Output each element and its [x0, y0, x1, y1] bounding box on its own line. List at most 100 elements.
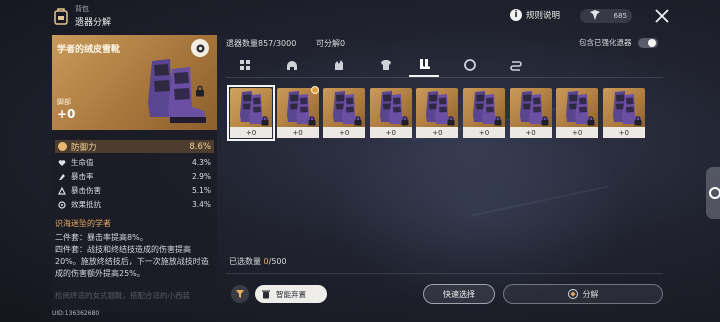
lock-icon	[447, 116, 455, 126]
main-stat-value: 8.6%	[189, 141, 211, 152]
grid-icon	[240, 60, 250, 70]
lock-icon	[494, 116, 502, 126]
set-description: 二件套：暴击率提高8%。 四件套：战技和终结技造成的伤害提高20%。施放终结技后…	[55, 232, 215, 280]
substat-name: 生命值	[71, 158, 94, 167]
relic-card[interactable]: +0	[509, 88, 552, 138]
relic-name: 学者的绒皮雪靴	[57, 45, 121, 55]
relic-card-level: +0	[323, 127, 366, 138]
lock-icon	[261, 116, 269, 126]
decompose-button[interactable]: 分解	[503, 284, 663, 304]
sphere-icon	[464, 59, 476, 71]
uid-label: UID:136362680	[52, 310, 100, 317]
heart-icon	[58, 159, 66, 167]
selected-count-label: 已选数量	[229, 257, 261, 266]
tabs-divider	[226, 77, 663, 78]
rope-icon	[510, 61, 522, 71]
relic-level: +0	[57, 107, 76, 121]
decompose-icon	[567, 289, 578, 299]
include-enhanced-option: 包含已强化遗器	[579, 37, 658, 48]
quick-select-button[interactable]: 快速选择	[423, 284, 495, 304]
relic-card-level: +0	[276, 127, 319, 138]
relic-card[interactable]: +0	[602, 88, 645, 138]
tab-feet[interactable]	[409, 53, 439, 77]
selected-count: 已选数量 0/500	[229, 256, 287, 267]
set-bonus-2pc: 二件套：暴击率提高8%。	[55, 233, 148, 242]
rules-label: 规则说明	[526, 11, 561, 21]
set-name: 识海迷坠的学者	[55, 219, 111, 228]
substat-value: 4.3%	[191, 158, 211, 167]
relic-card-level: +0	[509, 127, 552, 138]
gloves-icon	[335, 60, 343, 70]
relic-detail-panel: 学者的绒皮雪靴 脚部 +0 防御力 8.6% 生命值 4.3% 暴击率 2.9%	[52, 35, 217, 312]
close-icon[interactable]	[653, 7, 671, 25]
breadcrumb: 背包	[75, 5, 89, 13]
relic-card[interactable]: +0	[556, 88, 599, 138]
relic-header-card: 学者的绒皮雪靴 脚部 +0	[52, 35, 217, 130]
include-enhanced-label: 包含已强化遗器	[579, 38, 632, 47]
relic-remains-icon	[590, 10, 600, 20]
lock-icon[interactable]	[195, 85, 205, 97]
substat-value: 2.9%	[191, 172, 211, 181]
substat-row: 暴击伤害 5.1%	[58, 185, 211, 196]
armor-icon	[381, 60, 391, 70]
substat-name: 效果抵抗	[71, 200, 101, 209]
tab-hands[interactable]	[324, 53, 354, 77]
lock-icon	[308, 116, 316, 126]
decomposable-count: 可分解0	[316, 39, 346, 48]
set-bonus-4pc: 四件套：战技和终结技造成的伤害提高20%。施放终结技后，下一次施放战技时造成的伤…	[55, 245, 209, 278]
helmet-icon	[287, 61, 297, 70]
funnel-icon	[236, 290, 244, 298]
smart-discard-button[interactable]: 智能弃置	[255, 285, 327, 303]
rules-button[interactable]: i 规则说明	[510, 9, 560, 21]
backpack-icon	[54, 8, 68, 25]
substat-name: 暴击伤害	[71, 186, 101, 195]
relic-card-level: +0	[602, 127, 645, 138]
relic-card-level: +0	[369, 127, 412, 138]
relic-card[interactable]: +0	[276, 86, 319, 138]
relic-card-level: +0	[230, 127, 272, 138]
relic-card[interactable]: +0	[369, 88, 412, 138]
smart-discard-label: 智能弃置	[276, 289, 306, 299]
relic-card-level: +0	[556, 127, 599, 138]
tab-head[interactable]	[277, 53, 307, 77]
relic-card[interactable]: +0	[227, 85, 275, 141]
relic-card[interactable]: +0	[323, 88, 366, 138]
lock-icon	[634, 116, 642, 126]
lock-icon	[587, 116, 595, 126]
selected-count-total: /500	[268, 257, 287, 266]
relic-card[interactable]: +0	[416, 88, 459, 138]
trash-icon	[262, 290, 270, 299]
defense-icon	[58, 142, 67, 151]
relic-card[interactable]: +0	[463, 88, 505, 138]
include-enhanced-toggle[interactable]	[637, 37, 658, 48]
background-glow	[330, 110, 630, 310]
substat-row: 生命值 4.3%	[58, 157, 211, 168]
relic-card-level: +0	[416, 127, 459, 138]
page-title: 遗器分解	[75, 18, 112, 28]
side-drawer-handle[interactable]	[706, 167, 720, 219]
boots-icon	[420, 59, 430, 69]
info-icon: i	[510, 9, 522, 21]
filter-button[interactable]	[231, 285, 249, 303]
substat-row: 效果抵抗 3.4%	[58, 199, 211, 210]
lock-icon	[541, 116, 549, 126]
bottom-divider	[226, 273, 663, 274]
substat-value: 5.1%	[191, 186, 211, 195]
lock-icon	[401, 116, 409, 126]
relic-count: 遗器数量857/3000	[226, 39, 297, 48]
new-marker-icon	[310, 86, 319, 94]
main-stat-row: 防御力 8.6%	[55, 140, 214, 153]
tab-sphere[interactable]	[455, 53, 485, 77]
decompose-label: 分解	[582, 289, 599, 299]
tab-rope[interactable]	[501, 53, 531, 77]
main-stat-name: 防御力	[71, 142, 97, 153]
relic-card-level: +0	[463, 127, 505, 138]
crit-dmg-icon	[58, 186, 66, 195]
relic-slot: 脚部	[57, 98, 71, 106]
ring-icon	[709, 187, 720, 199]
tab-body[interactable]	[371, 53, 401, 77]
tab-all[interactable]	[230, 53, 260, 77]
lock-icon	[354, 116, 362, 126]
crit-rate-icon	[58, 173, 66, 181]
substat-row: 暴击率 2.9%	[58, 171, 211, 182]
